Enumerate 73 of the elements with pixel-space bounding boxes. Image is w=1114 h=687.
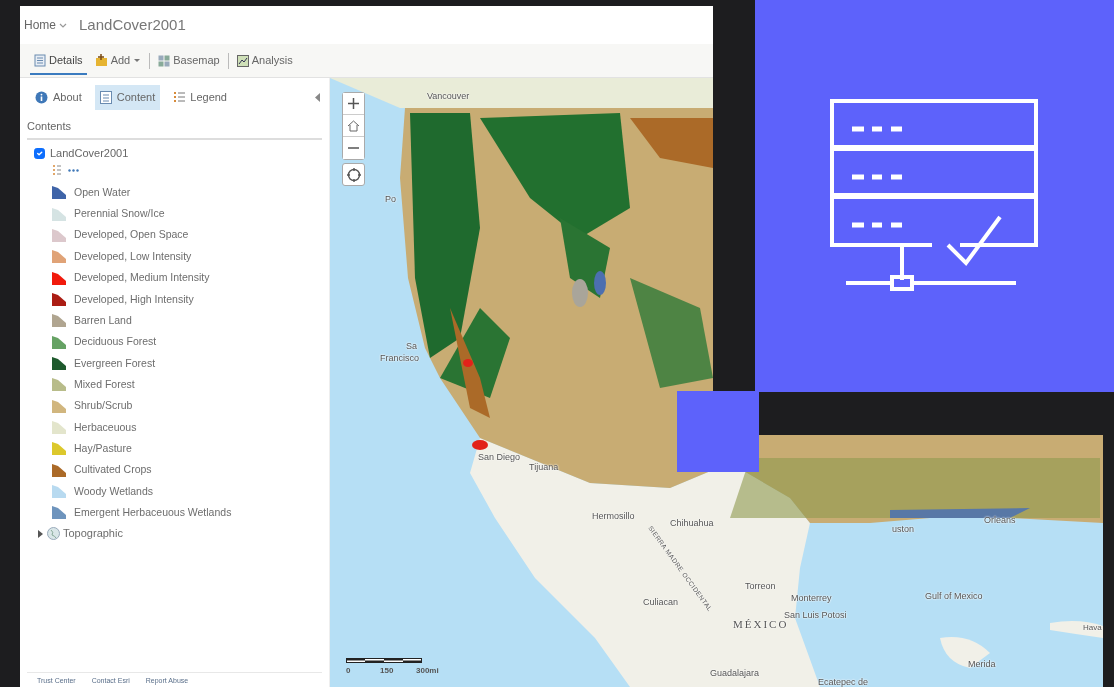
toolbar-tab[interactable]: Analysis <box>232 46 297 75</box>
toolbar-tab[interactable]: Details <box>30 46 87 75</box>
contents-heading: Contents <box>27 117 322 140</box>
document-icon <box>34 54 46 67</box>
legend-label: Developed, High Intensity <box>74 291 194 307</box>
scale-label: 300mi <box>416 665 439 677</box>
caret-icon <box>38 529 44 538</box>
legend-label: Herbaceuous <box>74 419 137 435</box>
map-label: Hava <box>1083 624 1102 632</box>
legend-label: Hay/Pasture <box>74 440 132 456</box>
home-menu[interactable]: Home <box>24 16 67 34</box>
list-icon <box>173 91 186 104</box>
legend-label: Woody Wetlands <box>74 483 153 499</box>
add-icon <box>94 54 108 67</box>
map-label: Ecatepec de <box>818 678 869 687</box>
info-icon <box>35 90 48 104</box>
map-label: Torreon <box>745 582 776 591</box>
legend-label: Developed, Open Space <box>74 227 189 243</box>
map-label: San Diego <box>478 453 521 462</box>
legend-label: Cultivated Crops <box>74 462 152 478</box>
collapse-button[interactable] <box>315 92 321 102</box>
map-label: Chihuahua <box>670 519 714 528</box>
minus-icon <box>348 147 359 149</box>
legend-label: Developed, Medium Intensity <box>74 270 210 286</box>
legend-label: Emergent Herbaceuous Wetlands <box>74 504 232 520</box>
map-label: Gulf of Mexico <box>925 592 983 601</box>
map-label: Merida <box>968 660 996 669</box>
legend-label: Evergreen Forest <box>74 355 156 371</box>
more-options-icon[interactable] <box>68 168 79 172</box>
chart-icon <box>236 54 249 67</box>
server-check-icon <box>829 99 1040 293</box>
map-label: Po <box>385 195 396 204</box>
layer-name: LandCover2001 <box>50 145 129 161</box>
map-label: Orleans <box>984 516 1016 525</box>
scale-label: 150 <box>380 665 394 677</box>
legend-label: Developed, Low Intensity <box>74 248 192 264</box>
map-title: LandCover2001 <box>79 14 186 35</box>
locate-icon <box>346 167 361 182</box>
toolbar-tab[interactable]: Basemap <box>154 46 224 75</box>
scale-label: 0 <box>346 665 351 677</box>
panel-tab[interactable]: Content <box>94 85 161 110</box>
zoom-in-button[interactable] <box>343 93 364 115</box>
legend-label: Deciduous Forest <box>74 334 157 350</box>
map-label: Sa <box>406 342 417 351</box>
grid-icon <box>158 54 171 67</box>
legend-label: Barren Land <box>74 312 132 328</box>
locate-button[interactable] <box>342 163 365 186</box>
map-label: Francisco <box>380 354 419 363</box>
map-label: Guadalajara <box>710 669 760 678</box>
legend-label: Shrub/Scrub <box>74 398 133 414</box>
map-label: Culiacan <box>643 598 679 607</box>
plus-icon <box>348 98 359 109</box>
globe-icon <box>47 527 60 540</box>
map-label: Hermosillo <box>592 512 635 521</box>
map-label: Tijuana <box>529 463 559 472</box>
map-label: San Luis Potosi <box>784 611 847 620</box>
layer-checkbox[interactable] <box>34 147 45 159</box>
caret-icon <box>59 21 67 29</box>
legend-toggle-icon[interactable] <box>52 165 62 175</box>
document-icon <box>99 90 112 104</box>
panel-tab[interactable]: Legend <box>168 85 232 110</box>
panel-tab[interactable]: About <box>30 85 87 110</box>
legend-label: Perennial Snow/Ice <box>74 206 165 222</box>
legend-label: Open Water <box>74 184 131 200</box>
toolbar-tab[interactable]: Add <box>90 46 146 75</box>
basemap-layer[interactable]: Topographic <box>20 523 129 544</box>
map-label: MÉXICO <box>733 619 789 630</box>
caret-icon <box>315 92 321 102</box>
map-label: Monterrey <box>791 594 832 603</box>
legend-label: Mixed Forest <box>74 376 135 392</box>
home-icon <box>347 119 360 132</box>
map-label: uston <box>892 525 915 534</box>
map-label: Vancouver <box>427 92 470 101</box>
